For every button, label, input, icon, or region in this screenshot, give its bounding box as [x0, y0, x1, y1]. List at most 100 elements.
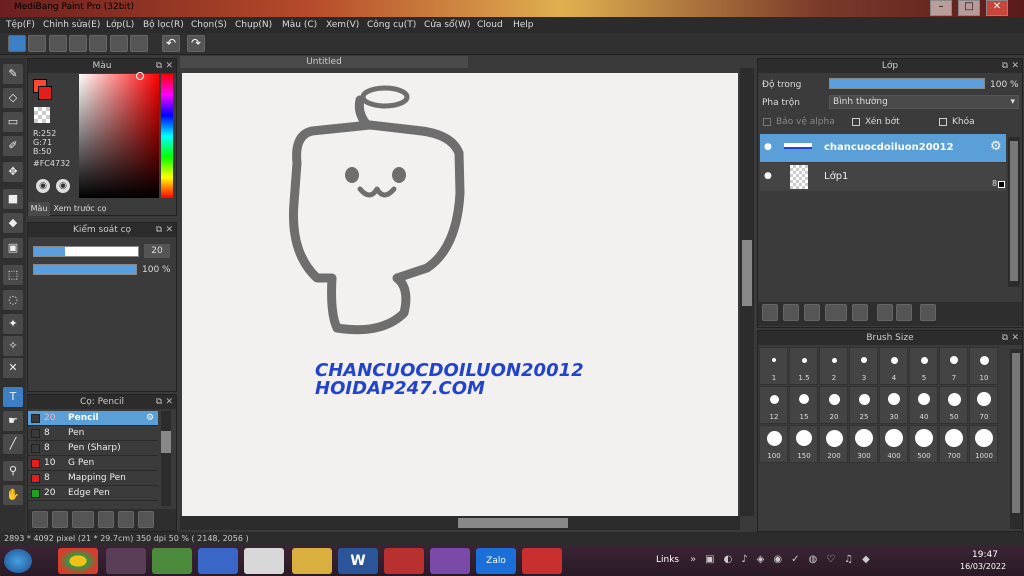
picker-handle[interactable] [136, 72, 144, 80]
float-icon[interactable]: ⧉ [1002, 59, 1008, 73]
brush-size-cell[interactable]: 15 [789, 386, 818, 424]
layer-scrollbar[interactable] [1008, 137, 1020, 287]
chrome-icon[interactable] [58, 548, 98, 574]
antivirus-icon[interactable] [522, 548, 562, 574]
protect-alpha-checkbox[interactable] [763, 118, 771, 126]
undo-icon[interactable]: ↶ [162, 35, 180, 52]
add-brush-icon[interactable] [72, 511, 94, 528]
transparent-color[interactable] [34, 107, 50, 123]
brush-size-cell[interactable]: 400 [879, 425, 908, 463]
eyedropper-icon[interactable]: ⚲ [3, 461, 23, 481]
menu-color[interactable]: Màu (C) [282, 20, 317, 30]
blend-select[interactable]: Bình thường ▾ [829, 95, 1019, 109]
background-color[interactable] [38, 86, 52, 100]
brush-size-cell[interactable]: 150 [789, 425, 818, 463]
explorer-icon[interactable] [292, 548, 332, 574]
close-icon[interactable]: ✕ [1011, 59, 1019, 73]
brush-size-cell[interactable]: 7 [939, 347, 968, 385]
medibang-icon[interactable] [244, 548, 284, 574]
brush-scrollbar[interactable] [161, 411, 171, 506]
float-icon[interactable]: ⧉ [156, 59, 162, 73]
redo-icon[interactable]: ↷ [187, 35, 205, 52]
hand-tool-icon[interactable]: ✋ [3, 485, 23, 505]
layer-opacity-slider[interactable] [829, 78, 985, 89]
select-tool-icon[interactable]: ⬚ [3, 265, 23, 285]
text-tool-icon[interactable]: T [3, 387, 23, 407]
brush-tool-icon[interactable]: ✎ [3, 64, 23, 84]
lock-checkbox[interactable] [939, 118, 947, 126]
canvas-hscroll[interactable] [180, 516, 740, 530]
grid-icon[interactable] [130, 35, 148, 52]
duplicate-icon[interactable] [138, 511, 154, 528]
tray-icons[interactable]: »▣◐♪◈◉✓◍♡♫◆ [690, 554, 920, 568]
viber-icon[interactable] [430, 548, 470, 574]
select-eraser-icon[interactable]: ✕ [3, 358, 23, 378]
select-pen-icon[interactable]: ✧ [3, 336, 23, 356]
brush-size-cell[interactable]: 1.5 [789, 347, 818, 385]
brush-size-cell[interactable]: 700 [939, 425, 968, 463]
list-icon[interactable] [110, 35, 128, 52]
menu-file[interactable]: Tệp(F) [6, 20, 35, 30]
gradient-tool-icon[interactable]: ▣ [3, 238, 23, 258]
hue-slider[interactable] [161, 74, 173, 198]
canvas[interactable]: CHANCUOCDOILUON20012 HOIDAP247.COM [182, 73, 738, 516]
brush-size-cell[interactable]: 30 [879, 386, 908, 424]
eraser-tool-icon[interactable]: ◇ [3, 88, 23, 108]
float-icon[interactable]: ⧉ [1002, 331, 1008, 345]
move-tool-icon[interactable]: ✥ [3, 162, 23, 182]
tab-brush-preview[interactable]: Xem trước cọ [52, 202, 108, 216]
halftone-layer-icon[interactable] [783, 304, 799, 321]
brush-size-cell[interactable]: 25 [849, 386, 878, 424]
cloud-icon[interactable] [8, 35, 26, 52]
zalo-icon[interactable]: Zalo [476, 548, 516, 574]
brush-size-cell[interactable]: 1 [759, 347, 788, 385]
canvas-vscroll[interactable] [740, 68, 754, 516]
float-icon[interactable]: ⧉ [156, 395, 162, 409]
brush-item[interactable]: 20 Pencil ⚙ [28, 411, 158, 426]
brush-size-cell[interactable]: 40 [909, 386, 938, 424]
brush-item[interactable]: 8 Mapping Pen [28, 471, 158, 486]
new-brush-icon[interactable] [52, 511, 68, 528]
start-button[interactable] [4, 549, 32, 573]
brush-settings-icon[interactable] [98, 511, 114, 528]
share-icon[interactable] [28, 35, 46, 52]
close-icon[interactable]: ✕ [165, 223, 173, 237]
float-icon[interactable]: ⧉ [156, 223, 162, 237]
app-icon-3[interactable] [384, 548, 424, 574]
close-icon[interactable]: ✕ [165, 59, 173, 73]
zoom-icon[interactable] [198, 548, 238, 574]
brush-item[interactable]: 20 Edge Pen [28, 486, 158, 501]
brush-size-cell[interactable]: 70 [969, 386, 998, 424]
tab-color[interactable]: Màu [28, 202, 50, 216]
links-label[interactable]: Links [656, 555, 679, 565]
menu-layer[interactable]: Lớp(L) [106, 20, 134, 30]
opacity-slider[interactable] [33, 264, 137, 275]
brush-size-cell[interactable]: 20 [819, 386, 848, 424]
brush-size-cell[interactable]: 5 [909, 347, 938, 385]
close-icon[interactable]: ✕ [165, 395, 173, 409]
divide-tool-icon[interactable]: ╱ [3, 434, 23, 454]
brush-size-cell[interactable]: 50 [939, 386, 968, 424]
message-icon[interactable] [69, 35, 87, 52]
menu-tools[interactable]: Công cụ(T) [367, 20, 416, 30]
fill-rect-icon[interactable]: ■ [3, 189, 23, 209]
brush-size-cell[interactable]: 500 [909, 425, 938, 463]
menu-edit[interactable]: Chỉnh sửa(E) [43, 20, 100, 30]
brush-size-cell[interactable]: 2 [819, 347, 848, 385]
brush-size-cell[interactable]: 10 [969, 347, 998, 385]
folder-icon[interactable] [852, 304, 868, 321]
duplicate-layer-icon[interactable] [877, 304, 893, 321]
menu-capture[interactable]: Chụp(N) [235, 20, 272, 30]
rect-tool-icon[interactable]: ▭ [3, 112, 23, 132]
close-icon[interactable]: ✕ [1011, 331, 1019, 345]
dot-tool-icon[interactable]: ✐ [3, 136, 23, 156]
gear-icon[interactable]: ⚙ [146, 411, 154, 426]
folder-icon[interactable] [118, 511, 134, 528]
brush-size-cell[interactable]: 200 [819, 425, 848, 463]
operation-tool-icon[interactable]: ☛ [3, 411, 23, 431]
menu-help[interactable]: Help [513, 20, 534, 30]
gear-icon[interactable]: ⚙ [990, 139, 1002, 154]
menu-cloud[interactable]: Cloud [477, 20, 503, 30]
comment-icon[interactable] [49, 35, 67, 52]
brush-size-cell[interactable]: 4 [879, 347, 908, 385]
